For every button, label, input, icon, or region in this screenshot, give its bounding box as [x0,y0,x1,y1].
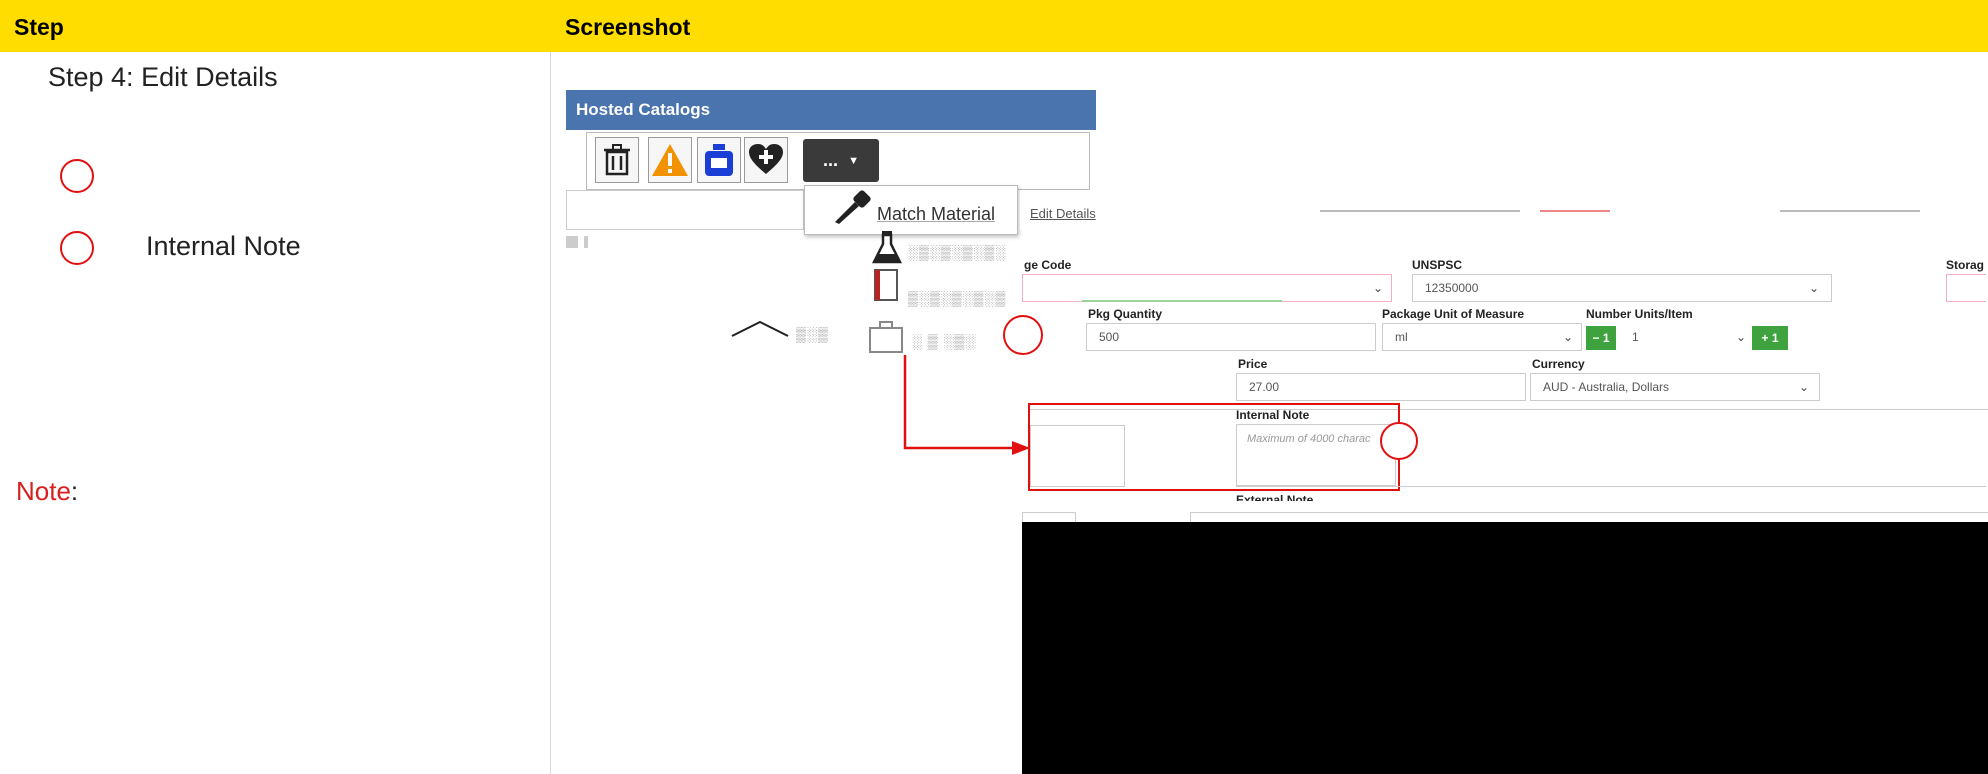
chevron-down-icon: ⌄ [1798,380,1809,394]
annotation-arrow [903,355,1030,455]
currency-value: AUD - Australia, Dollars [1543,380,1670,394]
pkg-uom-select[interactable]: ml ⌄ [1382,323,1582,351]
trash-icon [604,144,630,176]
header-step: Step [14,14,64,40]
step-item-internal-note: Internal Note [146,231,301,261]
pkg-uom-value: ml [1395,330,1408,344]
catalog-list-area [566,190,804,230]
warning-button[interactable] [648,137,692,183]
pkg-quantity-input[interactable]: 500 [1086,323,1376,351]
field-stub [1022,512,1076,522]
tab-underline [1540,210,1610,212]
currency-select[interactable]: AUD - Australia, Dollars ⌄ [1530,373,1820,401]
chevron-down-icon: ⌄ [1562,330,1573,344]
trash-button[interactable] [595,137,639,183]
flask-icon [871,230,903,271]
chevron-down-icon: ⌄ [1808,281,1819,295]
external-note-label: External Note [1236,493,1314,501]
tab-edit-details[interactable]: Edit Details [1030,206,1096,221]
step-title: Step 4: Edit Details [48,62,278,92]
code-label: ge Code [1024,258,1072,272]
pkg-quantity-label: Pkg Quantity [1088,307,1163,321]
chevron-down-icon: ⌄ [1372,281,1383,295]
annotation-circle [60,159,94,193]
price-input[interactable]: 27.00 [1236,373,1526,401]
pkg-uom-label: Package Unit of Measure [1382,307,1525,321]
code-select[interactable]: ⌄ [1022,274,1392,302]
caret-down-icon: ▼ [848,154,859,167]
storage-select[interactable] [1946,274,1986,302]
column-divider [550,52,551,774]
divider [1236,486,1986,487]
more-actions-button[interactable]: ... ▼ [803,139,879,182]
validation-line [1082,300,1282,302]
tab-underline [1780,210,1920,212]
briefcase-icon [868,320,904,359]
warning-icon [652,144,688,176]
units-increment-button[interactable]: + 1 [1752,326,1788,350]
more-button-label: ... [823,150,839,170]
annotation-highlight-box [1028,403,1400,491]
scroll-stub [584,236,588,248]
field-stub [1190,512,1988,522]
header-screenshot: Screenshot [565,14,691,40]
redacted-area [1022,522,1988,774]
tab-underline [1320,210,1520,212]
unspsc-label: UNSPSC [1412,258,1463,272]
price-label: Price [1238,357,1268,371]
note-colon: : [70,476,79,506]
document-icon [872,268,902,309]
note-text: Note [16,476,71,506]
table-header [0,0,1988,52]
storage-label: Storag [1946,258,1985,272]
units-select[interactable]: 1 ⌄ [1620,323,1750,351]
scroll-stub [566,236,578,248]
home-icon [730,318,800,345]
units-value: 1 [1632,330,1639,344]
menu-item-obscured[interactable]: ▒░▒░▒░▒░▒ [908,290,1006,306]
note-label: Note: [16,476,78,507]
menu-item-obscured[interactable]: ░▒░▒░▒░▒░ [908,244,1006,260]
hosted-catalogs-title: Hosted Catalogs [576,100,711,119]
bottle-button[interactable] [697,137,741,183]
annotation-circle [1003,315,1043,355]
unspsc-value: 12350000 [1425,281,1479,295]
menu-item-obscured[interactable]: ░ ▒ ░▒░ [912,333,976,349]
currency-label: Currency [1532,357,1585,371]
unspsc-select[interactable]: 12350000 ⌄ [1412,274,1832,302]
chevron-down-icon: ⌄ [1735,330,1746,344]
obscured-text: ▒░▒ [796,326,829,342]
dropper-icon [833,188,873,229]
units-decrement-button[interactable]: − 1 [1586,326,1616,350]
bottle-icon [705,144,733,176]
annotation-circle [60,231,94,265]
annotation-circle [1380,422,1418,460]
units-label: Number Units/Item [1586,307,1693,321]
heart-plus-icon [749,144,783,174]
menu-item-match-material[interactable]: Match Material [877,204,995,225]
heart-plus-button[interactable] [744,137,788,183]
